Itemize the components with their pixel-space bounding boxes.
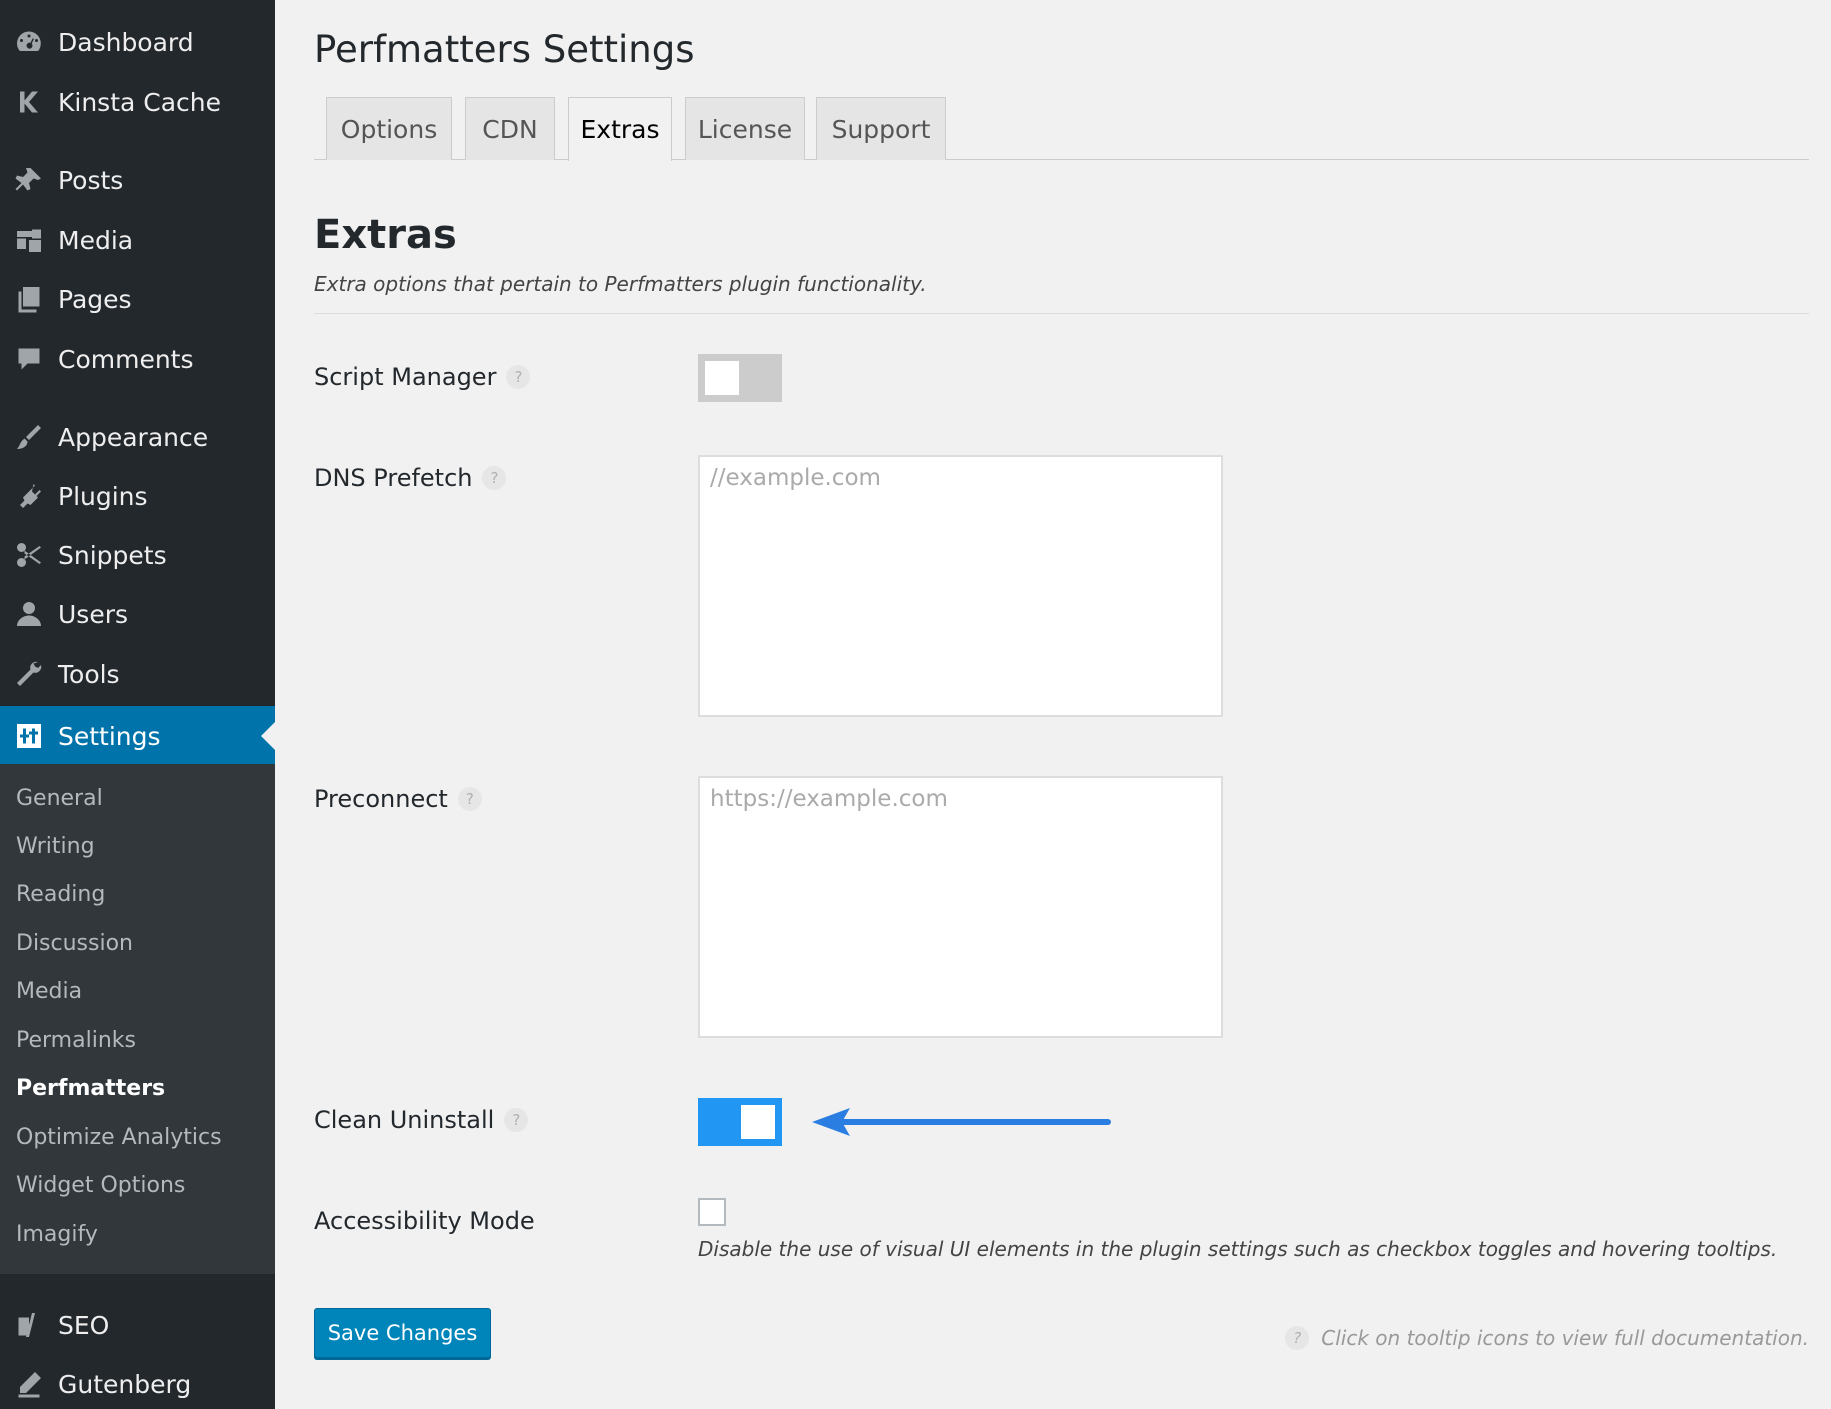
menu-label: Users xyxy=(58,599,129,629)
tab-bar: Options CDN Extras License Support xyxy=(314,97,1809,161)
submenu-optimize-analytics[interactable]: Optimize Analytics xyxy=(16,1125,222,1150)
menu-snippets[interactable]: Snippets xyxy=(0,529,275,581)
help-icon[interactable]: ? xyxy=(506,365,531,389)
wrench-icon xyxy=(0,659,58,689)
menu-label: Settings xyxy=(58,721,161,751)
menu-settings[interactable]: Settings xyxy=(0,706,275,766)
dns-prefetch-label: DNS Prefetch ? xyxy=(314,464,507,492)
active-indicator xyxy=(261,722,275,750)
menu-label: Comments xyxy=(58,344,194,374)
submenu-general[interactable]: General xyxy=(16,786,103,811)
tab-support[interactable]: Support xyxy=(816,97,946,160)
help-icon: ? xyxy=(1285,1326,1310,1350)
settings-icon xyxy=(0,721,58,751)
yoast-icon xyxy=(0,1310,58,1340)
clean-uninstall-toggle[interactable] xyxy=(698,1098,782,1146)
field-label: DNS Prefetch xyxy=(314,464,473,492)
script-manager-label: Script Manager ? xyxy=(314,363,531,391)
accessibility-mode-checkbox[interactable] xyxy=(698,1198,726,1226)
submenu-permalinks[interactable]: Permalinks xyxy=(16,1028,136,1053)
toggle-knob xyxy=(705,361,739,395)
menu-label: Tools xyxy=(58,659,120,689)
user-icon xyxy=(0,599,58,629)
menu-users[interactable]: Users xyxy=(0,588,275,640)
menu-label: Kinsta Cache xyxy=(58,87,222,117)
menu-pages[interactable]: Pages xyxy=(0,273,275,325)
help-icon[interactable]: ? xyxy=(482,466,507,490)
section-description: Extra options that pertain to Perfmatter… xyxy=(314,272,927,296)
menu-comments[interactable]: Comments xyxy=(0,333,275,385)
footer-note-text: Click on tooltip icons to view full docu… xyxy=(1321,1326,1809,1350)
kinsta-icon xyxy=(0,87,58,117)
section-title: Extras xyxy=(314,212,457,258)
submenu-widget-options[interactable]: Widget Options xyxy=(16,1173,185,1198)
tab-cdn[interactable]: CDN xyxy=(465,97,555,160)
menu-label: Dashboard xyxy=(58,27,194,57)
footer-note: ? Click on tooltip icons to view full do… xyxy=(1285,1326,1809,1350)
menu-seo[interactable]: SEO xyxy=(0,1299,275,1351)
brush-icon xyxy=(0,422,58,452)
submenu-writing[interactable]: Writing xyxy=(16,834,95,859)
plugin-icon xyxy=(0,481,58,511)
pages-icon xyxy=(0,284,58,314)
admin-sidebar: Dashboard Kinsta Cache Posts Media Pages… xyxy=(0,0,275,1409)
divider xyxy=(314,313,1809,314)
menu-appearance[interactable]: Appearance xyxy=(0,411,275,463)
menu-kinsta-cache[interactable]: Kinsta Cache xyxy=(0,76,275,128)
menu-label: Plugins xyxy=(58,481,148,511)
accessibility-mode-description: Disable the use of visual UI elements in… xyxy=(698,1237,1778,1261)
tab-extras[interactable]: Extras xyxy=(568,97,672,161)
menu-posts[interactable]: Posts xyxy=(0,154,275,206)
menu-label: Media xyxy=(58,225,134,255)
menu-dashboard[interactable]: Dashboard xyxy=(0,16,275,68)
menu-gutenberg[interactable]: Gutenberg xyxy=(0,1358,275,1409)
accessibility-mode-label: Accessibility Mode xyxy=(314,1207,535,1235)
menu-label: Posts xyxy=(58,165,124,195)
help-icon[interactable]: ? xyxy=(457,787,482,811)
menu-label: Pages xyxy=(58,284,132,314)
tab-options[interactable]: Options xyxy=(326,97,452,160)
submenu-media[interactable]: Media xyxy=(16,979,82,1004)
field-label: Script Manager xyxy=(314,363,497,391)
save-changes-button[interactable]: Save Changes xyxy=(314,1308,491,1358)
submenu-reading[interactable]: Reading xyxy=(16,882,105,907)
toggle-knob xyxy=(741,1105,775,1139)
clean-uninstall-label: Clean Uninstall ? xyxy=(314,1106,529,1134)
main-content: Perfmatters Settings Options CDN Extras … xyxy=(314,0,1809,1409)
preconnect-textarea[interactable] xyxy=(698,776,1223,1038)
script-manager-toggle[interactable] xyxy=(698,354,782,402)
media-icon xyxy=(0,225,58,255)
page-title: Perfmatters Settings xyxy=(314,28,695,71)
menu-label: Snippets xyxy=(58,540,167,570)
field-label: Accessibility Mode xyxy=(314,1207,535,1235)
menu-label: Gutenberg xyxy=(58,1369,192,1399)
pencil-icon xyxy=(0,1369,58,1399)
comment-icon xyxy=(0,344,58,374)
pin-icon xyxy=(0,165,58,195)
field-label: Clean Uninstall xyxy=(314,1106,495,1134)
menu-plugins[interactable]: Plugins xyxy=(0,470,275,522)
preconnect-label: Preconnect ? xyxy=(314,785,482,813)
settings-submenu: General Writing Reading Discussion Media… xyxy=(0,764,275,1274)
tab-license[interactable]: License xyxy=(685,97,805,160)
dns-prefetch-textarea[interactable] xyxy=(698,455,1223,717)
dashboard-icon xyxy=(0,27,58,57)
menu-label: SEO xyxy=(58,1310,110,1340)
menu-tools[interactable]: Tools xyxy=(0,648,275,700)
submenu-discussion[interactable]: Discussion xyxy=(16,931,133,956)
menu-media[interactable]: Media xyxy=(0,214,275,266)
arrow-annotation xyxy=(812,1108,1111,1136)
submenu-imagify[interactable]: Imagify xyxy=(16,1222,98,1247)
scissors-icon xyxy=(0,540,58,570)
field-label: Preconnect xyxy=(314,785,448,813)
submenu-perfmatters[interactable]: Perfmatters xyxy=(16,1076,165,1101)
help-icon[interactable]: ? xyxy=(504,1108,529,1132)
menu-label: Appearance xyxy=(58,422,209,452)
